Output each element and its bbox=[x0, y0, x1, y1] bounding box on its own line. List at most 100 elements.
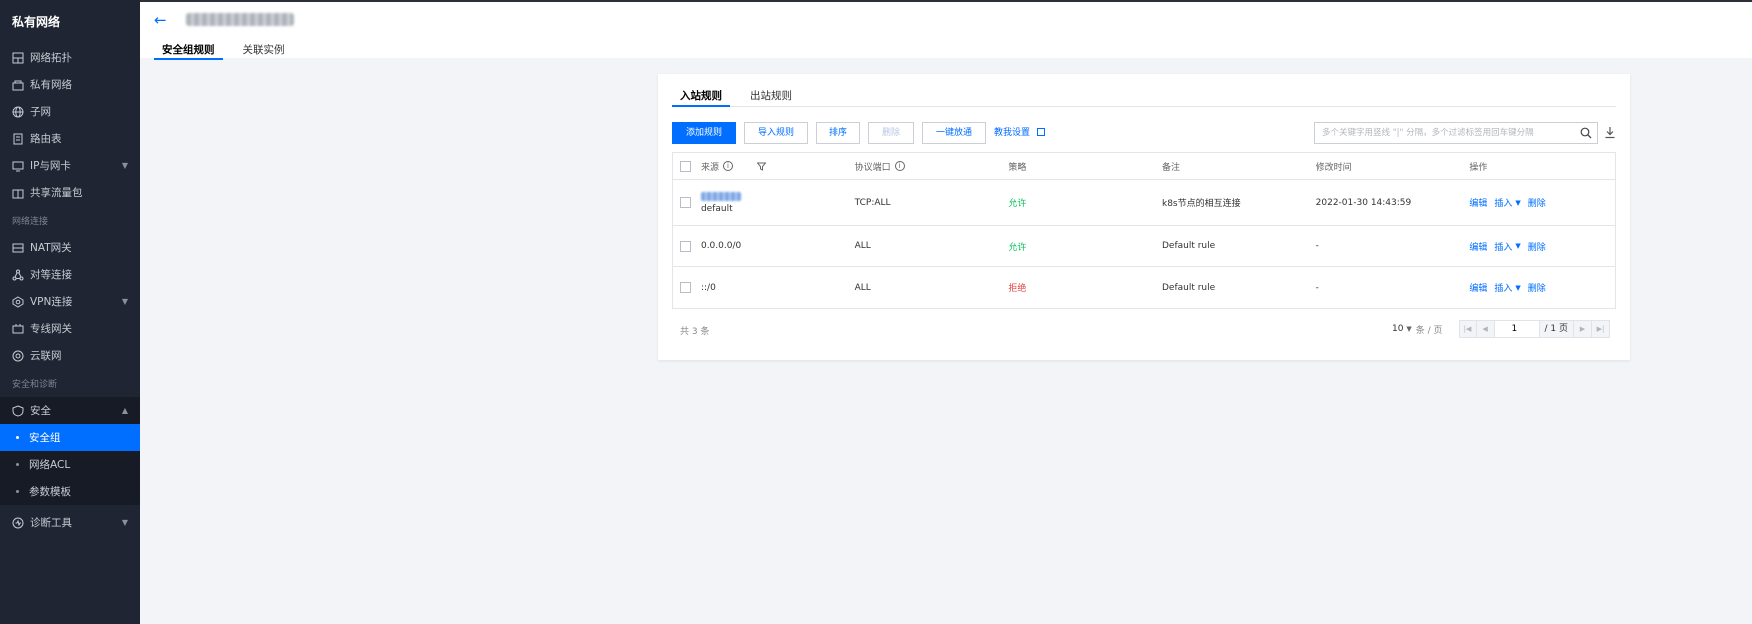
sidebar-item-nic[interactable]: IP与网卡 ▼ bbox=[0, 152, 140, 179]
caret-down-icon[interactable]: ▼ bbox=[1515, 242, 1520, 250]
sidebar-item-ccn[interactable]: 云联网 bbox=[0, 342, 140, 369]
vpc-icon bbox=[12, 79, 24, 91]
delete-link[interactable]: 删除 bbox=[1528, 281, 1546, 294]
edit-link[interactable]: 编辑 bbox=[1469, 196, 1487, 209]
row-checkbox[interactable] bbox=[680, 282, 691, 293]
rules-toolbar: 添加规则 导入规则 排序 删除 一键放通 教我设置 bbox=[672, 122, 1616, 144]
page-number-input[interactable] bbox=[1494, 320, 1539, 338]
rule-modified-time: 2022-01-30 14:43:59 bbox=[1315, 197, 1412, 208]
rule-note: Default rule bbox=[1161, 241, 1216, 251]
vpn-icon bbox=[12, 295, 24, 308]
column-header-policy: 策略 bbox=[1008, 162, 1027, 173]
source-id-redacted[interactable] bbox=[700, 191, 741, 201]
table-row: ::/0 ALL 拒绝 Default rule - 编辑 插入 ▼ 删除 bbox=[673, 266, 1615, 308]
sidebar-item-label: 安全 bbox=[30, 405, 51, 417]
sidebar-item-network-acl[interactable]: 网络ACL bbox=[0, 451, 140, 478]
total-count: 共 3 条 bbox=[680, 327, 710, 337]
tab-associated-instances[interactable]: 关联实例 bbox=[235, 42, 293, 60]
table-row: default TCP:ALL 允许 k8s节点的相互连接 2022-01-30… bbox=[673, 179, 1615, 225]
chevron-down-icon: ▼ bbox=[121, 161, 128, 170]
allow-all-button[interactable]: 一键放通 bbox=[922, 122, 986, 144]
sidebar-item-vpc[interactable]: 私有网络 bbox=[0, 71, 140, 98]
tab-security-group-rules[interactable]: 安全组规则 bbox=[154, 42, 223, 60]
search-box bbox=[1314, 122, 1598, 144]
delete-link[interactable]: 删除 bbox=[1528, 240, 1546, 253]
sidebar-item-label: 子网 bbox=[30, 106, 51, 118]
prev-page-button[interactable]: ◀ bbox=[1476, 320, 1495, 338]
import-rules-button[interactable]: 导入规则 bbox=[744, 122, 808, 144]
subnet-icon bbox=[12, 106, 24, 118]
insert-link[interactable]: 插入 bbox=[1494, 281, 1512, 294]
rule-modified-time: - bbox=[1315, 241, 1319, 251]
sidebar-section-security: 安全和诊断 bbox=[12, 380, 58, 390]
download-icon[interactable] bbox=[1604, 126, 1616, 139]
page-size-value: 10 bbox=[1392, 324, 1404, 334]
chevron-down-icon: ▼ bbox=[121, 518, 128, 527]
sidebar-item-parameter-template[interactable]: 参数模板 bbox=[0, 478, 140, 505]
sidebar-item-label: NAT网关 bbox=[30, 242, 72, 254]
sidebar-item-security[interactable]: 安全 ▲ bbox=[0, 397, 140, 424]
rule-source: 0.0.0.0/0 bbox=[700, 241, 742, 251]
sidebar-item-label: IP与网卡 bbox=[30, 160, 71, 172]
delete-button[interactable]: 删除 bbox=[868, 122, 914, 144]
sidebar-item-label: 专线网关 bbox=[30, 323, 72, 335]
tab-outbound-rules[interactable]: 出站规则 bbox=[742, 88, 800, 107]
sidebar-item-direct-gateway[interactable]: 专线网关 bbox=[0, 315, 140, 342]
caret-down-icon[interactable]: ▼ bbox=[1515, 284, 1520, 292]
sidebar-item-label: 安全组 bbox=[29, 432, 61, 444]
caret-down-icon[interactable]: ▼ bbox=[1515, 199, 1520, 207]
filter-icon[interactable] bbox=[756, 162, 766, 171]
rule-policy: 允许 bbox=[1008, 199, 1027, 209]
ccn-icon bbox=[12, 350, 24, 362]
insert-link[interactable]: 插入 bbox=[1494, 240, 1512, 253]
page-size-select[interactable]: 10 ▼ bbox=[1392, 324, 1412, 334]
direct-gateway-icon bbox=[12, 323, 24, 335]
sidebar-item-label: 诊断工具 bbox=[30, 517, 72, 529]
first-page-button[interactable]: |◀ bbox=[1458, 320, 1477, 338]
bullet-icon bbox=[16, 436, 19, 439]
row-checkbox[interactable] bbox=[680, 240, 691, 252]
next-page-button[interactable]: ▶ bbox=[1574, 320, 1592, 338]
sidebar-title: 私有网络 bbox=[12, 15, 61, 29]
rules-table: 来源 i 协议端口 i 策略 备注 修改时间 操作 default TCP:AL bbox=[672, 152, 1616, 309]
back-arrow-icon[interactable]: ← bbox=[154, 12, 170, 28]
edit-link[interactable]: 编辑 bbox=[1469, 240, 1487, 253]
table-header: 来源 i 协议端口 i 策略 备注 修改时间 操作 bbox=[673, 153, 1615, 179]
sidebar-item-peering[interactable]: 对等连接 bbox=[0, 261, 140, 288]
shield-icon bbox=[12, 404, 24, 417]
sort-button[interactable]: 排序 bbox=[816, 122, 860, 144]
last-page-button[interactable]: ▶| bbox=[1592, 320, 1610, 338]
select-all-checkbox[interactable] bbox=[680, 160, 691, 172]
sidebar-item-route-table[interactable]: 路由表 bbox=[0, 125, 140, 152]
sidebar-item-security-group[interactable]: 安全组 bbox=[0, 424, 140, 451]
info-icon[interactable]: i bbox=[722, 161, 733, 171]
rule-note: Default rule bbox=[1161, 282, 1216, 293]
peering-icon bbox=[12, 269, 24, 281]
route-table-icon bbox=[12, 133, 24, 145]
info-icon[interactable]: i bbox=[894, 161, 905, 171]
tutorial-link[interactable]: 教我设置 bbox=[994, 122, 1045, 144]
sidebar-item-traffic-package[interactable]: 共享流量包 bbox=[0, 179, 140, 206]
search-icon[interactable] bbox=[1580, 127, 1592, 139]
sidebar-section-network: 网络连接 bbox=[12, 217, 49, 227]
delete-link[interactable]: 删除 bbox=[1528, 196, 1546, 209]
sidebar-item-vpn[interactable]: VPN连接 ▼ bbox=[0, 288, 140, 315]
sidebar: 私有网络 网络拓扑 私有网络 子网 路由表 IP与网卡 ▼ 共享流量包 网络连接… bbox=[0, 0, 140, 624]
sidebar-item-label: 云联网 bbox=[30, 350, 62, 362]
sidebar-item-diagnostics[interactable]: 诊断工具 ▼ bbox=[0, 509, 140, 536]
tab-inbound-rules[interactable]: 入站规则 bbox=[672, 88, 730, 107]
insert-link[interactable]: 插入 bbox=[1494, 196, 1512, 209]
edit-link[interactable]: 编辑 bbox=[1469, 281, 1487, 294]
sidebar-item-label: 对等连接 bbox=[30, 269, 72, 281]
rule-policy: 允许 bbox=[1008, 242, 1027, 253]
bullet-icon bbox=[16, 463, 19, 466]
row-checkbox[interactable] bbox=[680, 197, 691, 208]
sidebar-item-nat-gateway[interactable]: NAT网关 bbox=[0, 234, 140, 261]
add-rule-button[interactable]: 添加规则 bbox=[672, 122, 736, 144]
sidebar-item-subnet[interactable]: 子网 bbox=[0, 98, 140, 125]
sidebar-item-label: 路由表 bbox=[30, 133, 62, 145]
search-input[interactable] bbox=[1315, 123, 1567, 143]
rule-protocol: TCP:ALL bbox=[854, 197, 891, 208]
sidebar-item-label: 网络ACL bbox=[29, 459, 71, 471]
sidebar-item-topology[interactable]: 网络拓扑 bbox=[0, 44, 140, 71]
